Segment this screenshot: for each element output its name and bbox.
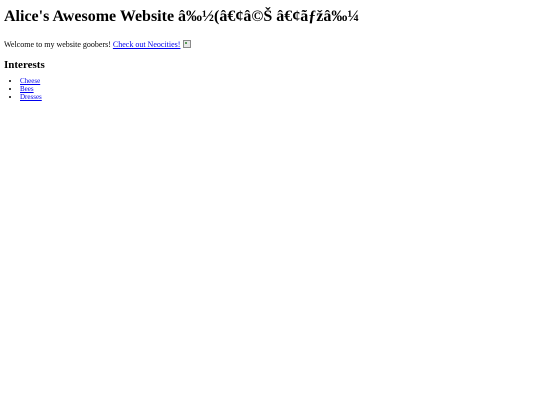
list-item: Bees bbox=[20, 85, 534, 93]
interests-heading: Interests bbox=[4, 59, 45, 71]
page-content: Alice's Awesome Website â‰½(â€¢â©Š â€¢ãƒ… bbox=[4, 0, 534, 101]
interest-link-bees[interactable]: Bees bbox=[20, 85, 34, 93]
interests-list: Cheese Bees Dresses bbox=[4, 77, 534, 101]
broken-image-icon bbox=[183, 40, 192, 48]
neocities-link[interactable]: Check out Neocities! bbox=[113, 40, 181, 49]
intro-paragraph: Welcome to my website goobers! Check out… bbox=[4, 40, 534, 49]
list-item: Cheese bbox=[20, 77, 534, 85]
interest-link-cheese[interactable]: Cheese bbox=[20, 77, 40, 85]
page-title: Alice's Awesome Website â‰½(â€¢â©Š â€¢ãƒ… bbox=[4, 8, 360, 25]
intro-text: Welcome to my website goobers! bbox=[4, 40, 111, 49]
interest-link-dresses[interactable]: Dresses bbox=[20, 93, 42, 101]
list-item: Dresses bbox=[20, 93, 534, 101]
